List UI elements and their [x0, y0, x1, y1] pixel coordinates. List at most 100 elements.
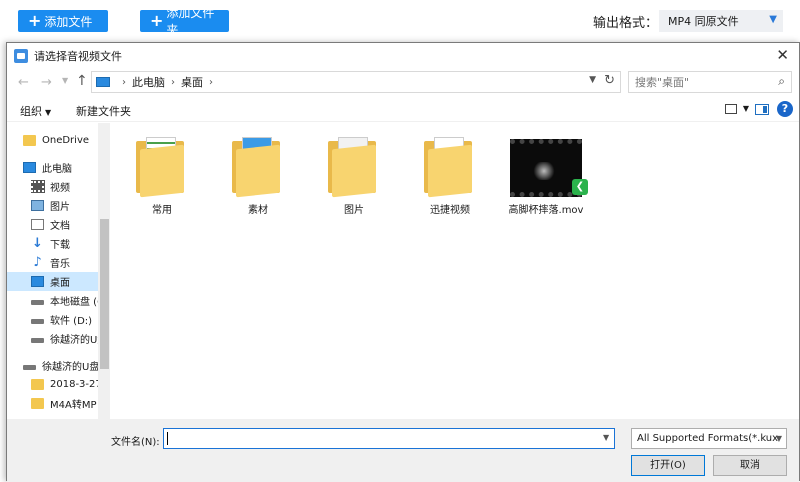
add-file-label: 添加文件	[44, 14, 93, 29]
nav-item-label: 软件 (D:)	[50, 316, 93, 327]
computer-icon	[96, 77, 110, 87]
refresh-icon[interactable]: ↻	[604, 73, 615, 88]
search-input[interactable]: 搜索"桌面" ⌕	[628, 71, 792, 93]
file-item-folder[interactable]: 素材	[213, 133, 303, 216]
nav-item-label: 图片	[50, 202, 70, 213]
document-icon	[31, 219, 44, 230]
dialog-titlebar: 请选择音视频文件 ✕	[7, 43, 799, 69]
video-icon	[31, 180, 45, 193]
add-file-button[interactable]: + 添加文件	[18, 10, 108, 32]
chevron-right-icon[interactable]: ›	[122, 77, 126, 88]
address-row: ← → ▼ ↑ › 此电脑 › 桌面 › ▼ ↻ 搜索"桌面" ⌕	[7, 70, 799, 96]
folder-icon	[23, 135, 36, 146]
nav-scrollbar[interactable]	[98, 123, 110, 423]
nav-item-label: 徐越济的U盘	[42, 362, 100, 373]
nav-item-label: 本地磁盘 (C	[50, 297, 105, 308]
video-file-icon: ❮	[510, 133, 588, 197]
file-list: 常用 素材 图片 迅捷视频 ❮ 高脚杯摔落.mov	[117, 133, 797, 253]
folder-icon	[31, 379, 44, 390]
chevron-down-icon[interactable]: ▼	[589, 75, 596, 85]
nav-item-label: M4A转MP	[50, 400, 97, 411]
drive-icon	[31, 337, 44, 343]
filename-input[interactable]	[163, 428, 615, 449]
preview-pane-icon[interactable]	[755, 104, 769, 115]
back-arrow-icon[interactable]: ←	[18, 75, 29, 90]
up-arrow-icon[interactable]: ↑	[76, 73, 88, 89]
nav-item-label: 文档	[50, 221, 70, 232]
folder-icon	[420, 133, 480, 198]
chevron-down-icon: ▼	[769, 14, 777, 25]
file-item-folder[interactable]: 图片	[309, 133, 399, 216]
download-icon: ↓	[32, 236, 43, 251]
computer-icon	[23, 162, 36, 173]
file-item-folder[interactable]: 常用	[117, 133, 207, 216]
player-badge-icon: ❮	[572, 179, 588, 195]
plus-icon: +	[150, 11, 164, 30]
nav-item-label: 下载	[50, 240, 70, 251]
chevron-down-icon[interactable]: ▼	[743, 104, 749, 113]
new-folder-button[interactable]: 新建文件夹	[76, 103, 131, 119]
nav-item-label: 此电脑	[42, 164, 72, 175]
breadcrumb-desktop[interactable]: 桌面	[181, 74, 203, 90]
filetype-select[interactable]: All Supported Formats(*.kux ▼	[631, 428, 787, 449]
search-icon: ⌕	[778, 74, 785, 88]
picture-icon	[31, 200, 44, 211]
drive-icon	[31, 299, 44, 305]
chevron-down-icon[interactable]: ▼	[603, 433, 609, 442]
drive-icon	[31, 318, 44, 324]
scrollbar-thumb[interactable]	[100, 219, 109, 369]
folder-icon	[31, 398, 44, 409]
add-folder-button[interactable]: + 添加文件夹	[140, 6, 229, 37]
help-icon[interactable]: ?	[777, 101, 793, 117]
app-header: + 添加文件 + 添加文件夹 输出格式： MP4 同原文件 ▼	[0, 0, 800, 40]
chevron-right-icon[interactable]: ›	[209, 77, 213, 88]
open-file-dialog: 请选择音视频文件 ✕ ← → ▼ ↑ › 此电脑 › 桌面 › ▼ ↻ 搜索"桌…	[6, 42, 800, 482]
usb-icon	[23, 364, 36, 370]
cancel-button[interactable]: 取消	[713, 455, 787, 476]
organize-menu[interactable]: 组织 ▼	[20, 103, 51, 119]
search-placeholder: 搜索"桌面"	[635, 76, 690, 89]
folder-icon	[228, 133, 288, 198]
nav-item-label: 音乐	[50, 259, 70, 270]
app-icon	[14, 49, 28, 63]
file-item-folder[interactable]: 迅捷视频	[405, 133, 495, 216]
output-format-value: MP4 同原文件	[668, 15, 739, 28]
nav-item-desktop[interactable]: 桌面	[7, 272, 98, 291]
nav-item-label: 视频	[50, 183, 70, 194]
dialog-title: 请选择音视频文件	[34, 50, 122, 63]
chevron-down-icon: ▼	[45, 108, 52, 117]
file-name: 素材	[248, 205, 268, 216]
output-format-select[interactable]: MP4 同原文件 ▼	[659, 10, 783, 32]
nav-item-label: OneDrive	[42, 135, 90, 146]
forward-arrow-icon[interactable]: →	[41, 75, 52, 90]
view-options-icon[interactable]	[725, 104, 737, 114]
nav-item-label: 桌面	[50, 278, 70, 289]
open-button[interactable]: 打开(O)	[631, 455, 705, 476]
file-name: 常用	[152, 205, 172, 216]
desktop-icon	[31, 276, 44, 287]
output-format-label: 输出格式：	[593, 16, 659, 31]
add-folder-label: 添加文件夹	[166, 6, 215, 37]
filename-label: 文件名(N):	[111, 437, 160, 448]
dialog-footer: 文件名(N): ▼ All Supported Formats(*.kux ▼ 打…	[7, 419, 799, 482]
address-bar[interactable]: › 此电脑 › 桌面 › ▼ ↻	[91, 71, 621, 93]
dialog-toolbar: 组织 ▼ 新建文件夹 ▼ ?	[7, 98, 799, 122]
plus-icon: +	[28, 11, 42, 30]
file-name: 图片	[344, 205, 364, 216]
file-name: 迅捷视频	[430, 205, 470, 216]
chevron-right-icon[interactable]: ›	[171, 77, 175, 88]
folder-icon	[324, 133, 384, 198]
folder-icon	[132, 133, 192, 198]
chevron-down-icon: ▼	[775, 434, 782, 443]
filetype-value: All Supported Formats(*.kux	[637, 433, 779, 444]
music-icon: ♪	[33, 255, 42, 270]
close-icon[interactable]: ✕	[776, 46, 789, 64]
navigation-pane: OneDrive 此电脑 视频 图片 文档 ↓ 下载 ♪ 音乐 桌面 本地磁盘 (C…	[7, 123, 111, 423]
nav-item-label: 2018-3-27	[50, 379, 102, 390]
organize-label: 组织	[20, 105, 42, 118]
file-name: 高脚杯摔落.mov	[508, 205, 584, 216]
file-item-video[interactable]: ❮ 高脚杯摔落.mov	[501, 133, 591, 216]
recent-locations-icon[interactable]: ▼	[62, 76, 68, 85]
breadcrumb-this-pc[interactable]: 此电脑	[132, 74, 165, 90]
text-cursor	[167, 432, 168, 445]
